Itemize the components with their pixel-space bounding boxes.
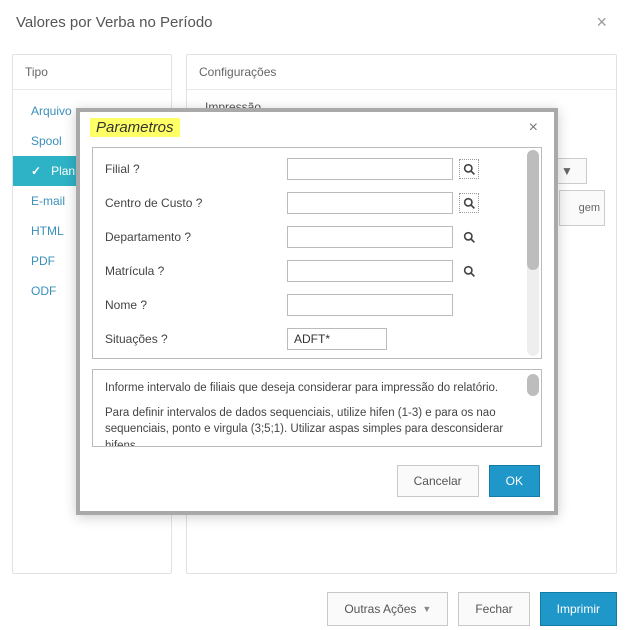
- type-item-label: Spool: [31, 134, 62, 148]
- chevron-down-icon: ▼: [422, 604, 431, 614]
- type-item-label: Arquivo: [31, 104, 72, 118]
- form-input[interactable]: [287, 328, 387, 350]
- form-input[interactable]: [287, 158, 453, 180]
- form-row: Centro de Custo ?: [105, 192, 535, 214]
- form-row: Nome ?: [105, 294, 535, 316]
- form-input[interactable]: [287, 226, 453, 248]
- ok-button-label: OK: [506, 474, 523, 488]
- cancel-button[interactable]: Cancelar: [397, 465, 479, 497]
- page-title: Valores por Verba no Período: [16, 14, 213, 31]
- form-input[interactable]: [287, 260, 453, 282]
- chevron-down-icon: ▼: [561, 164, 573, 178]
- close-button[interactable]: Fechar: [458, 592, 529, 626]
- search-icon[interactable]: [459, 261, 479, 281]
- config-box-stub-text: gem: [579, 202, 600, 214]
- form-input[interactable]: [287, 192, 453, 214]
- type-item-label: HTML: [31, 224, 64, 238]
- config-panel-title: Configurações: [187, 55, 616, 90]
- form-row: Matrícula ?: [105, 260, 535, 282]
- scrollbar-thumb[interactable]: [527, 150, 539, 270]
- print-button[interactable]: Imprimir: [540, 592, 617, 626]
- help-scrollbar-thumb[interactable]: [527, 374, 539, 396]
- config-box-stub: gem: [559, 190, 605, 226]
- form-row: Situações ?: [105, 328, 535, 350]
- print-button-label: Imprimir: [557, 602, 600, 616]
- search-icon[interactable]: [459, 227, 479, 247]
- form-label: Departamento ?: [105, 230, 287, 244]
- form-row: Filial ?: [105, 158, 535, 180]
- other-actions-button[interactable]: Outras Ações ▼: [327, 592, 448, 626]
- form-input[interactable]: [287, 294, 453, 316]
- other-actions-label: Outras Ações: [344, 602, 416, 616]
- form-label: Situações ?: [105, 332, 287, 346]
- form-label: Centro de Custo ?: [105, 196, 287, 210]
- close-icon[interactable]: ×: [590, 12, 613, 33]
- help-line-1: Informe intervalo de filiais que deseja …: [105, 380, 527, 397]
- modal-title: Parametros: [90, 118, 180, 137]
- form-label: Filial ?: [105, 162, 287, 176]
- help-text-box: Informe intervalo de filiais que deseja …: [92, 369, 542, 447]
- ok-button[interactable]: OK: [489, 465, 540, 497]
- type-panel-title: Tipo: [13, 55, 171, 90]
- close-button-label: Fechar: [475, 602, 512, 616]
- form-label: Nome ?: [105, 298, 287, 312]
- search-icon[interactable]: [459, 193, 479, 213]
- form-row: Departamento ?: [105, 226, 535, 248]
- parameters-modal: Parametros × Filial ? Centro de Custo ? De…: [76, 108, 558, 515]
- form-label: Matrícula ?: [105, 264, 287, 278]
- form-scroll-area: Filial ? Centro de Custo ? Departamento ? M…: [92, 147, 542, 359]
- help-line-2: Para definir intervalos de dados sequenc…: [105, 405, 527, 447]
- type-item-label: ODF: [31, 284, 56, 298]
- modal-close-icon[interactable]: ×: [523, 119, 544, 137]
- cancel-button-label: Cancelar: [414, 474, 462, 488]
- type-item-label: PDF: [31, 254, 55, 268]
- search-icon[interactable]: [459, 159, 479, 179]
- type-item-label: E-mail: [31, 194, 65, 208]
